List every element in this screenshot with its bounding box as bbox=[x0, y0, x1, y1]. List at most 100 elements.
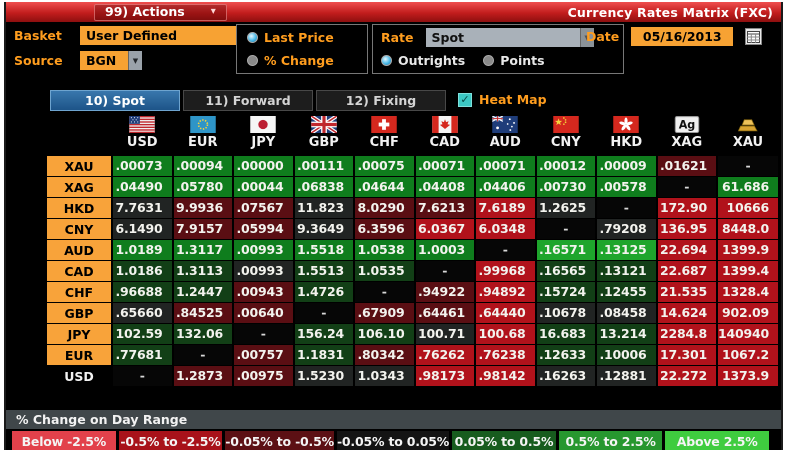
cell-usd-gbp[interactable]: 1.5230 bbox=[294, 366, 353, 386]
cell-jpy-usd[interactable]: 102.59 bbox=[113, 324, 172, 344]
basket-select[interactable]: User Defined ▼ bbox=[80, 26, 252, 45]
cell-jpy-jpy[interactable]: - bbox=[234, 324, 293, 344]
cell-hkd-gbp[interactable]: 11.823 bbox=[294, 198, 353, 218]
row-label-cny[interactable]: CNY bbox=[47, 219, 111, 239]
cell-xag-xau[interactable]: 61.686 bbox=[718, 177, 778, 197]
cell-xag-hkd[interactable]: .00578 bbox=[597, 177, 656, 197]
row-label-gbp[interactable]: GBP bbox=[47, 303, 111, 323]
row-label-aud[interactable]: AUD bbox=[47, 240, 111, 260]
radio-points[interactable]: Points bbox=[483, 53, 545, 68]
row-label-hkd[interactable]: HKD bbox=[47, 198, 111, 218]
cell-gbp-cad[interactable]: .64461 bbox=[415, 303, 474, 323]
tab-11-forward[interactable]: 11) Forward bbox=[183, 90, 313, 111]
cell-usd-aud[interactable]: .98142 bbox=[476, 366, 535, 386]
cell-gbp-usd[interactable]: .65660 bbox=[113, 303, 172, 323]
heat-map-toggle[interactable]: ✓ Heat Map bbox=[458, 92, 547, 107]
cell-jpy-aud[interactable]: 100.68 bbox=[476, 324, 535, 344]
cell-cad-cny[interactable]: .16565 bbox=[536, 261, 595, 281]
cell-cny-jpy[interactable]: .05994 bbox=[234, 219, 293, 239]
cell-eur-cad[interactable]: .76262 bbox=[415, 345, 474, 365]
cell-jpy-hkd[interactable]: 13.214 bbox=[597, 324, 656, 344]
cell-cny-usd[interactable]: 6.1490 bbox=[113, 219, 172, 239]
radio-outrights[interactable]: Outrights bbox=[381, 53, 465, 68]
cell-hkd-jpy[interactable]: .07567 bbox=[234, 198, 293, 218]
cell-aud-aud[interactable]: - bbox=[476, 240, 535, 260]
cell-hkd-chf[interactable]: 8.0290 bbox=[355, 198, 414, 218]
cell-xag-usd[interactable]: .04490 bbox=[113, 177, 172, 197]
cell-cad-eur[interactable]: 1.3113 bbox=[173, 261, 232, 281]
rate-select[interactable]: Spot ▼ bbox=[425, 28, 594, 47]
cell-cad-aud[interactable]: .99968 bbox=[476, 261, 535, 281]
cell-jpy-cad[interactable]: 100.71 bbox=[415, 324, 474, 344]
cell-chf-aud[interactable]: .94892 bbox=[476, 282, 535, 302]
cell-gbp-aud[interactable]: .64440 bbox=[476, 303, 535, 323]
cell-xag-jpy[interactable]: .00044 bbox=[234, 177, 293, 197]
cell-aud-cad[interactable]: 1.0003 bbox=[415, 240, 474, 260]
cell-cny-cad[interactable]: 6.0367 bbox=[415, 219, 474, 239]
cell-gbp-xau[interactable]: 902.09 bbox=[718, 303, 778, 323]
cell-xau-gbp[interactable]: .00111 bbox=[294, 156, 353, 176]
tab-10-spot[interactable]: 10) Spot bbox=[50, 90, 180, 111]
cell-xag-cad[interactable]: .04408 bbox=[415, 177, 474, 197]
cell-usd-usd[interactable]: - bbox=[113, 366, 172, 386]
cell-usd-hkd[interactable]: .12881 bbox=[597, 366, 656, 386]
cell-hkd-hkd[interactable]: - bbox=[597, 198, 656, 218]
cell-jpy-cny[interactable]: 16.683 bbox=[536, 324, 595, 344]
cell-usd-eur[interactable]: 1.2873 bbox=[173, 366, 232, 386]
cell-xag-aud[interactable]: .04406 bbox=[476, 177, 535, 197]
cell-hkd-usd[interactable]: 7.7631 bbox=[113, 198, 172, 218]
cell-cad-xau[interactable]: 1399.4 bbox=[718, 261, 778, 281]
cell-chf-jpy[interactable]: .00943 bbox=[234, 282, 293, 302]
cell-gbp-jpy[interactable]: .00640 bbox=[234, 303, 293, 323]
cell-usd-cny[interactable]: .16263 bbox=[536, 366, 595, 386]
cell-chf-usd[interactable]: .96688 bbox=[113, 282, 172, 302]
cell-eur-chf[interactable]: .80342 bbox=[355, 345, 414, 365]
cell-eur-gbp[interactable]: 1.1831 bbox=[294, 345, 353, 365]
cell-cad-hkd[interactable]: .13121 bbox=[597, 261, 656, 281]
source-dropdown-arrow-icon[interactable]: ▼ bbox=[128, 51, 142, 70]
cell-chf-chf[interactable]: - bbox=[355, 282, 414, 302]
cell-xau-xau[interactable]: - bbox=[718, 156, 778, 176]
row-label-cad[interactable]: CAD bbox=[47, 261, 111, 281]
cell-eur-cny[interactable]: .12633 bbox=[536, 345, 595, 365]
cell-gbp-chf[interactable]: .67909 bbox=[355, 303, 414, 323]
cell-gbp-hkd[interactable]: .08458 bbox=[597, 303, 656, 323]
cell-hkd-eur[interactable]: 9.9936 bbox=[173, 198, 232, 218]
cell-aud-chf[interactable]: 1.0538 bbox=[355, 240, 414, 260]
cell-xag-eur[interactable]: .05780 bbox=[173, 177, 232, 197]
cell-chf-eur[interactable]: 1.2447 bbox=[173, 282, 232, 302]
cell-cad-gbp[interactable]: 1.5513 bbox=[294, 261, 353, 281]
cell-jpy-eur[interactable]: 132.06 bbox=[173, 324, 232, 344]
cell-jpy-xag[interactable]: 2284.8 bbox=[657, 324, 716, 344]
cell-cny-chf[interactable]: 6.3596 bbox=[355, 219, 414, 239]
cell-eur-eur[interactable]: - bbox=[173, 345, 232, 365]
cell-cad-cad[interactable]: - bbox=[415, 261, 474, 281]
cell-aud-eur[interactable]: 1.3117 bbox=[173, 240, 232, 260]
cell-hkd-aud[interactable]: 7.6189 bbox=[476, 198, 535, 218]
cell-xag-cny[interactable]: .00730 bbox=[536, 177, 595, 197]
cell-cny-xag[interactable]: 136.95 bbox=[657, 219, 716, 239]
cell-hkd-xau[interactable]: 10666 bbox=[718, 198, 778, 218]
cell-aud-gbp[interactable]: 1.5518 bbox=[294, 240, 353, 260]
cell-cad-usd[interactable]: 1.0186 bbox=[113, 261, 172, 281]
radio-last-price[interactable]: Last Price bbox=[247, 30, 357, 45]
cell-xau-aud[interactable]: .00071 bbox=[476, 156, 535, 176]
cell-chf-xau[interactable]: 1328.4 bbox=[718, 282, 778, 302]
cell-chf-cny[interactable]: .15724 bbox=[536, 282, 595, 302]
row-label-jpy[interactable]: JPY bbox=[47, 324, 111, 344]
calendar-icon[interactable] bbox=[745, 28, 763, 45]
cell-jpy-xau[interactable]: 140940 bbox=[718, 324, 778, 344]
row-label-chf[interactable]: CHF bbox=[47, 282, 111, 302]
cell-cny-gbp[interactable]: 9.3649 bbox=[294, 219, 353, 239]
cell-xau-jpy[interactable]: .00000 bbox=[234, 156, 293, 176]
cell-eur-jpy[interactable]: .00757 bbox=[234, 345, 293, 365]
row-label-xag[interactable]: XAG bbox=[47, 177, 111, 197]
cell-hkd-xag[interactable]: 172.90 bbox=[657, 198, 716, 218]
cell-aud-cny[interactable]: .16571 bbox=[536, 240, 595, 260]
cell-xag-xag[interactable]: - bbox=[657, 177, 716, 197]
cell-cny-eur[interactable]: 7.9157 bbox=[173, 219, 232, 239]
cell-xau-hkd[interactable]: .00009 bbox=[597, 156, 656, 176]
cell-usd-cad[interactable]: .98173 bbox=[415, 366, 474, 386]
cell-usd-chf[interactable]: 1.0343 bbox=[355, 366, 414, 386]
cell-usd-jpy[interactable]: .00975 bbox=[234, 366, 293, 386]
